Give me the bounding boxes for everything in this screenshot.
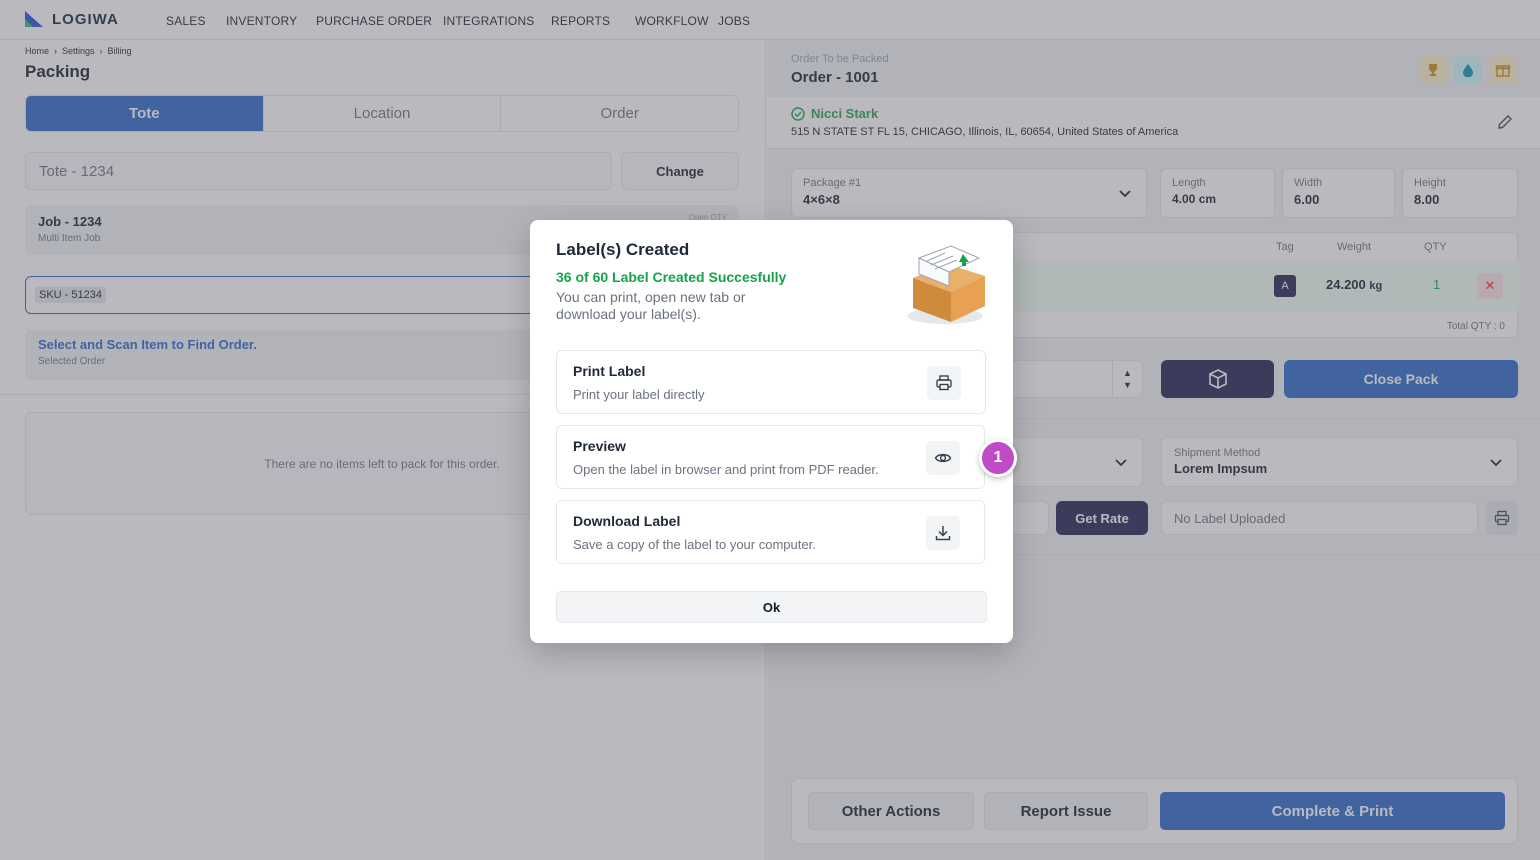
step-marker: 1 [979, 439, 1017, 477]
ok-button[interactable]: Ok [556, 591, 987, 623]
modal-success-message: 36 of 60 Label Created Succesfully [556, 269, 787, 285]
print-label-icon-button[interactable] [927, 366, 961, 400]
download-label-icon-button[interactable] [926, 516, 960, 550]
print-label-subtitle: Print your label directly [573, 387, 705, 402]
download-icon [935, 526, 951, 541]
print-label-option[interactable]: Print Label Print your label directly [556, 350, 986, 414]
modal-title: Label(s) Created [556, 240, 690, 259]
printer-icon [936, 375, 952, 391]
modal-description: You can print, open new tab or download … [556, 289, 746, 322]
preview-subtitle: Open the label in browser and print from… [573, 462, 879, 477]
download-label-title: Download Label [573, 513, 681, 529]
preview-option[interactable]: Preview Open the label in browser and pr… [556, 425, 985, 489]
print-label-title: Print Label [573, 363, 646, 379]
eye-icon [934, 453, 952, 463]
download-label-subtitle: Save a copy of the label to your compute… [573, 537, 816, 552]
package-box-illustration-icon [907, 245, 985, 324]
preview-icon-button[interactable] [926, 441, 960, 475]
download-label-option[interactable]: Download Label Save a copy of the label … [556, 500, 985, 564]
labels-created-modal: Label(s) Created 36 of 60 Label Created … [530, 220, 1013, 643]
preview-title: Preview [573, 438, 626, 454]
